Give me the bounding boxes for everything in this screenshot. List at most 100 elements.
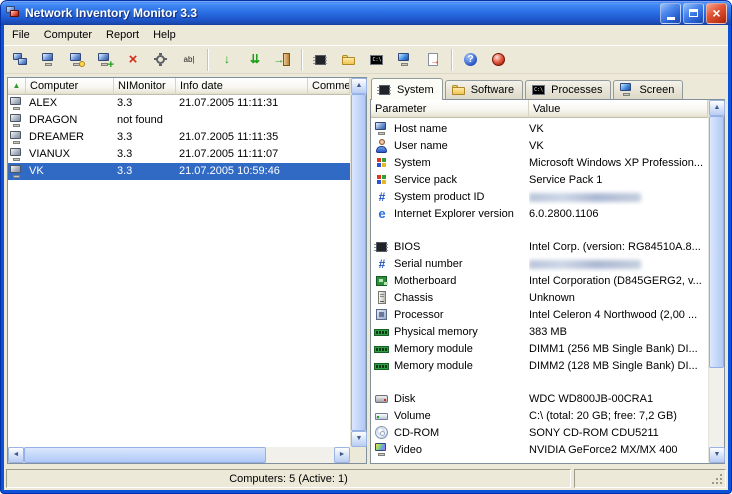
scroll-down-button[interactable]: ▼	[351, 431, 367, 447]
rename-icon: ab|	[181, 52, 197, 68]
tab-system[interactable]: System	[371, 78, 443, 100]
menu-file[interactable]: File	[5, 27, 37, 43]
column-header-value[interactable]: Value	[529, 100, 708, 118]
parameter-row[interactable]: #Serial number	[371, 255, 708, 272]
parameter-row[interactable]: DiskWDC WD800JB-00CRA1	[371, 390, 708, 407]
nimonitor-version: 3.3	[114, 95, 176, 112]
delete-computer-icon: ×	[125, 52, 141, 68]
resize-grip[interactable]	[720, 482, 722, 484]
computers-hscrollbar[interactable]: ◄►	[8, 447, 350, 463]
parameter-row[interactable]: VideoNVIDIA GeForce2 MX/MX 400	[371, 441, 708, 458]
computer-icon-cell	[8, 147, 26, 163]
processor-icon	[374, 307, 390, 323]
parameter-row[interactable]: Service packService Pack 1	[371, 171, 708, 188]
details-box: ParameterValue Host nameVKUser nameVKSys…	[370, 99, 725, 464]
parameter-row[interactable]: Memory moduleDIMM2 (128 MB Single Bank) …	[371, 357, 708, 374]
rename-computer-button[interactable]: ab|	[176, 47, 202, 73]
parameter-row[interactable]: ProcessorIntel Celeron 4 Northwood (2,00…	[371, 306, 708, 323]
scroll-track[interactable]	[24, 447, 334, 463]
parameter-value: Microsoft Windows XP Profession...	[529, 157, 708, 169]
maximize-button[interactable]	[683, 3, 704, 24]
status-bar: Computers: 5 (Active: 1)	[4, 467, 728, 490]
menu-report[interactable]: Report	[99, 27, 146, 43]
computer-row[interactable]: DRAGONnot found	[8, 112, 350, 129]
computers-grid: ▲ComputerNIMonitorInfo dateComment ALEX3…	[8, 78, 350, 447]
scroll-track[interactable]	[709, 116, 724, 447]
computers-vscrollbar[interactable]: ▲▼	[350, 78, 366, 447]
scroll-up-button[interactable]: ▲	[709, 100, 725, 116]
column-header-info-date[interactable]: Info date	[176, 78, 308, 95]
parameter-row[interactable]: User nameVK	[371, 137, 708, 154]
delete-computer-button[interactable]: ×	[120, 47, 146, 73]
parameter-row[interactable]: ChassisUnknown	[371, 289, 708, 306]
parameter-row[interactable]: MotherboardIntel Corporation (D845GERG2,…	[371, 272, 708, 289]
parameter-label: Processor	[394, 309, 444, 321]
column-header-nimonitor[interactable]: NIMonitor	[114, 78, 176, 95]
column-header-parameter[interactable]: Parameter	[371, 100, 529, 118]
parameter-row[interactable]: CD-ROMSONY CD-ROM CDU5211	[371, 424, 708, 441]
parameter-row[interactable]: Memory moduleDIMM1 (256 MB Single Bank) …	[371, 340, 708, 357]
parameter-row[interactable]: Host nameVK	[371, 120, 708, 137]
scroll-thumb[interactable]	[24, 447, 266, 463]
get-info-all-button[interactable]: ⇊	[242, 47, 268, 73]
parameter-value: Intel Corporation (D845GERG2, v...	[529, 275, 708, 287]
options-button[interactable]	[148, 47, 174, 73]
close-button[interactable]: ×	[706, 3, 727, 24]
parameter-row[interactable]: eInternet Explorer version6.0.2800.1106	[371, 205, 708, 222]
parameter-label: Memory module	[394, 343, 473, 355]
add-computer-button[interactable]: +	[92, 47, 118, 73]
tab-screen[interactable]: Screen	[613, 80, 683, 99]
find-computers-button[interactable]	[8, 47, 34, 73]
view-processes-button[interactable]: C:\	[364, 47, 390, 73]
view-screen-button[interactable]	[392, 47, 418, 73]
tab-software[interactable]: Software	[445, 80, 523, 99]
about-button[interactable]	[486, 47, 512, 73]
export-button[interactable]: →	[270, 47, 296, 73]
menu-help[interactable]: Help	[146, 27, 183, 43]
parameter-row[interactable]: # System product ID	[371, 188, 708, 205]
parameter-row[interactable]: Physical memory383 MB	[371, 323, 708, 340]
status-text: Computers: 5 (Active: 1)	[229, 473, 348, 485]
system-info-icon	[377, 82, 393, 98]
title-bar[interactable]: Network Inventory Monitor 3.3 ×	[1, 1, 731, 25]
computer-row[interactable]: ALEX3.321.07.2005 11:11:31	[8, 95, 350, 112]
get-info-button[interactable]: ↓	[214, 47, 240, 73]
scroll-thumb[interactable]	[709, 116, 724, 368]
parameter-name: Physical memory	[371, 324, 529, 340]
parameter-value: SONY CD-ROM CDU5211	[529, 427, 708, 439]
scan-computers-button[interactable]	[36, 47, 62, 73]
app-icon	[5, 4, 21, 20]
computer-row[interactable]: DREAMER3.321.07.2005 11:11:35	[8, 129, 350, 146]
minimize-button[interactable]	[660, 3, 681, 24]
parameter-row[interactable]: BIOSIntel Corp. (version: RG84510A.8...	[371, 238, 708, 255]
parameter-row[interactable]: VolumeC:\ (total: 20 GB; free: 7,2 GB)	[371, 407, 708, 424]
hash-icon: #	[374, 189, 390, 205]
column-header-sort[interactable]: ▲	[8, 78, 26, 95]
details-vscrollbar[interactable]: ▲▼	[708, 100, 724, 463]
column-header-computer[interactable]: Computer	[26, 78, 114, 95]
help-button[interactable]: ?	[458, 47, 484, 73]
menu-computer[interactable]: Computer	[37, 27, 99, 43]
view-software-button[interactable]	[336, 47, 362, 73]
scroll-track[interactable]	[351, 94, 366, 431]
tab-processes[interactable]: C:\Processes	[525, 80, 611, 99]
computer-row[interactable]: VIANUX3.321.07.2005 11:11:07	[8, 146, 350, 163]
parameter-label: System product ID	[394, 191, 484, 203]
view-system-button[interactable]	[308, 47, 334, 73]
parameter-row[interactable]: SystemMicrosoft Windows XP Profession...	[371, 154, 708, 171]
report-button[interactable]: →	[420, 47, 446, 73]
get-info-all-icon: ⇊	[247, 52, 263, 68]
scroll-up-button[interactable]: ▲	[351, 78, 367, 94]
parameter-value: DIMM2 (128 MB Single Bank) DI...	[529, 360, 708, 372]
scroll-left-button[interactable]: ◄	[8, 447, 24, 463]
column-header-comment[interactable]: Comment	[308, 78, 350, 95]
scroll-down-button[interactable]: ▼	[709, 447, 725, 463]
group-spacer	[371, 374, 708, 390]
video-icon	[374, 442, 390, 458]
scroll-right-button[interactable]: ►	[334, 447, 350, 463]
parameter-value: Unknown	[529, 292, 708, 304]
computer-icon-cell	[8, 164, 26, 180]
computer-row[interactable]: VK3.321.07.2005 10:59:46	[8, 163, 350, 180]
scroll-thumb[interactable]	[351, 94, 366, 431]
poll-computer-button[interactable]	[64, 47, 90, 73]
